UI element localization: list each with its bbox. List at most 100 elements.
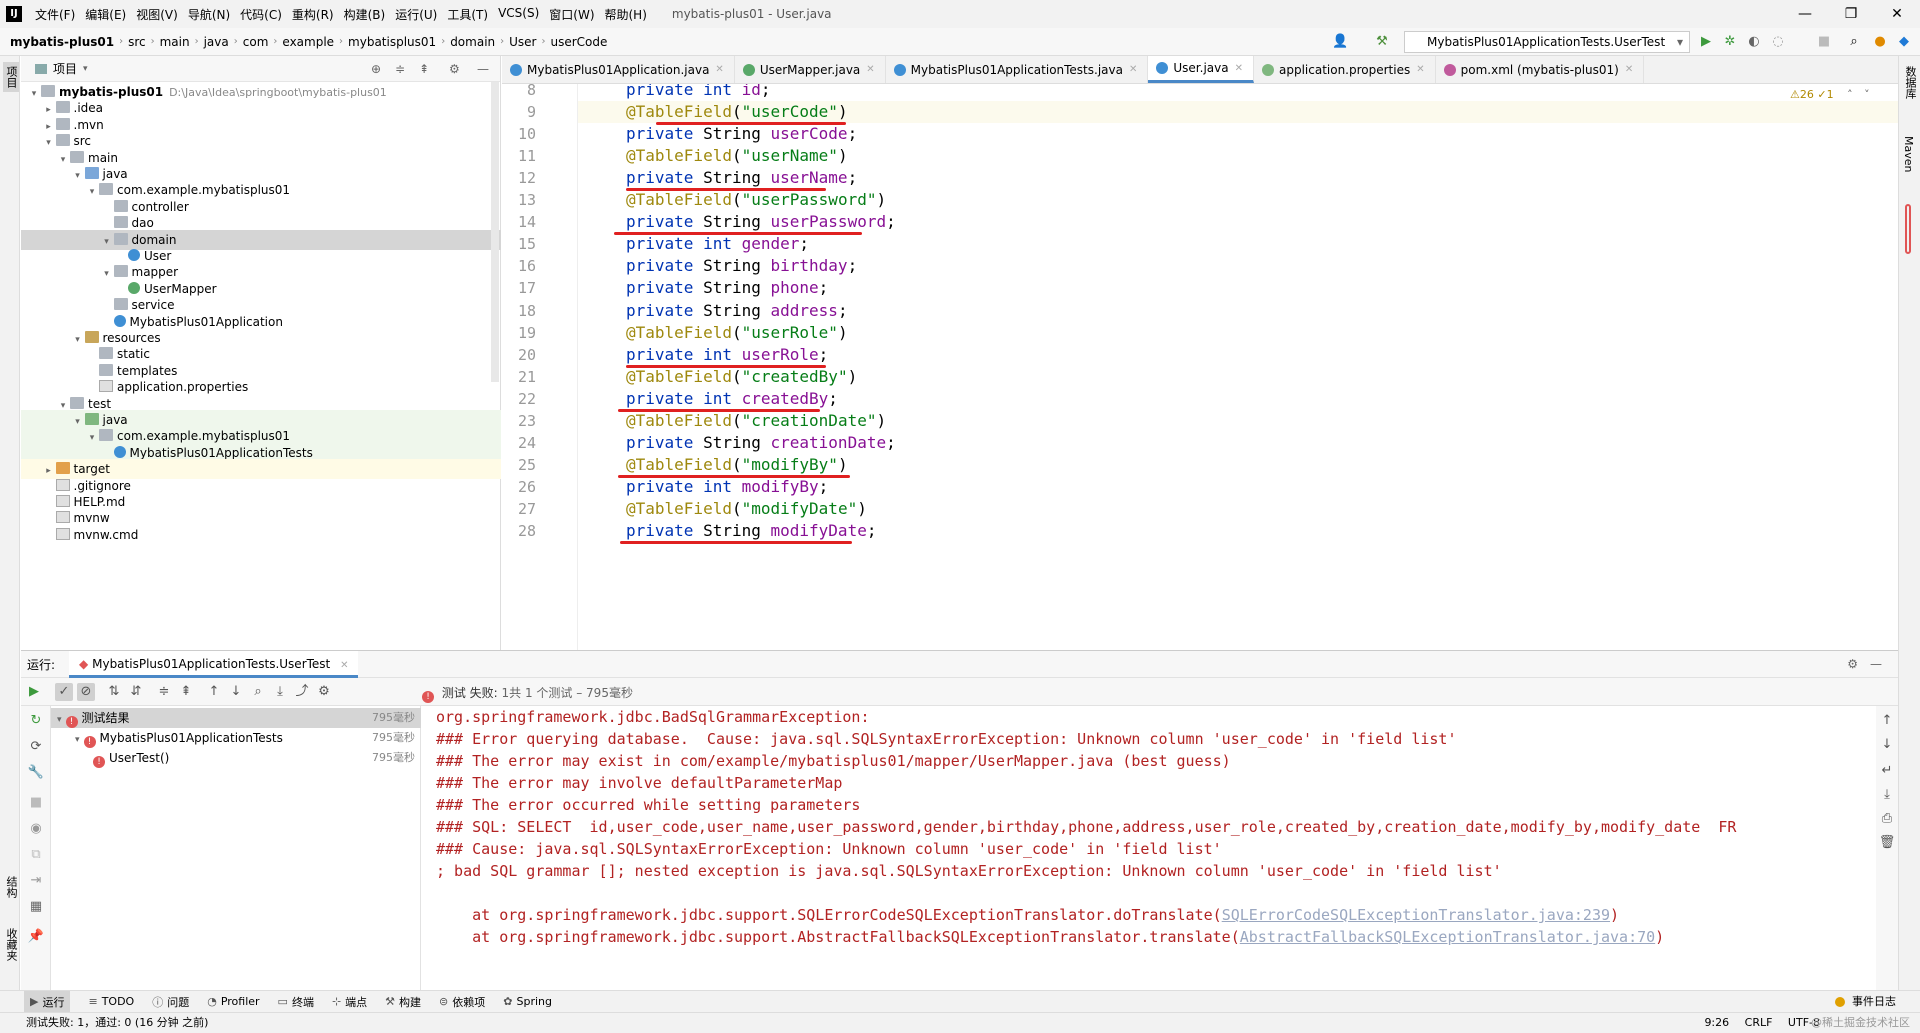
exit-icon[interactable]: ⇥ [27, 872, 45, 890]
maven-tool-button[interactable]: Maven [1902, 136, 1915, 172]
breadcrumb-item[interactable]: main [160, 35, 190, 49]
trash-icon[interactable]: 🗑 [1878, 834, 1896, 852]
breadcrumb-item[interactable]: domain [450, 35, 495, 49]
status-message[interactable]: 测试失败: 1，通过: 0 (16 分钟 之前) [26, 1016, 208, 1029]
expand-all-icon[interactable]: ≑ [155, 683, 173, 701]
editor-tab[interactable]: application.properties ✕ [1254, 56, 1436, 83]
code-line[interactable]: private String userName; [578, 167, 1898, 189]
menu-item[interactable]: VCS(S) [493, 6, 544, 23]
run-config-select[interactable]: MybatisPlus01ApplicationTests.UserTest ▾ [1404, 31, 1690, 53]
line-separator[interactable]: CRLF [1745, 1016, 1773, 1029]
stop-icon[interactable]: ■ [27, 794, 45, 812]
code-line[interactable]: @TableField("userPassword") [578, 189, 1898, 211]
grid-icon[interactable]: ▦ [27, 898, 45, 916]
gear-icon[interactable]: ⚙ [449, 62, 460, 76]
scroll-to-end-icon[interactable]: ⤓ [1878, 786, 1896, 804]
collapse-all-icon[interactable]: ⇞ [419, 62, 429, 76]
hide-icon[interactable]: — [1870, 657, 1882, 671]
user-icon[interactable]: 👤 [1332, 34, 1348, 50]
show-passed-icon[interactable]: ✓ [55, 683, 73, 701]
code-line[interactable]: @TableField("modifyDate") [578, 498, 1898, 520]
project-panel-title[interactable]: 项目 [53, 60, 77, 77]
gear-icon[interactable]: ⚙ [1847, 657, 1858, 671]
prev-failed-icon[interactable]: ↑ [205, 683, 223, 701]
test-node[interactable]: ! UserTest() 795毫秒 [51, 748, 421, 768]
breadcrumb-item[interactable]: java [204, 35, 229, 49]
hide-icon[interactable]: — [477, 62, 489, 76]
menu-item[interactable]: 代码(C) [235, 6, 287, 23]
error-stripe-marker[interactable] [1905, 204, 1911, 254]
expand-arrow-icon[interactable]: ▾ [75, 735, 80, 745]
caret-position[interactable]: 9:26 [1704, 1016, 1729, 1029]
expand-all-icon[interactable]: ≑ [395, 62, 405, 76]
code-line[interactable]: @TableField("userName") [578, 145, 1898, 167]
breadcrumb-item[interactable]: mybatis-plus01 [10, 35, 114, 49]
jetbrains-icon[interactable]: ◆ [1896, 34, 1912, 50]
tool-window-button[interactable]: ⚒ 构建 [385, 994, 421, 1010]
search-icon[interactable]: ⌕ [249, 683, 267, 701]
code-line[interactable]: @TableField("userRole") [578, 322, 1898, 344]
code-line[interactable]: @TableField("modifyBy") [578, 454, 1898, 476]
code-line[interactable]: private String address; [578, 300, 1898, 322]
tool-window-button[interactable]: ≡ TODO [88, 995, 134, 1008]
tree-item[interactable]: mvnw.cmd [21, 525, 501, 545]
menu-item[interactable]: 重构(R) [287, 6, 339, 23]
stack-trace-link[interactable]: AbstractFallbackSQLExceptionTranslator.j… [1240, 928, 1655, 946]
scroll-down-icon[interactable]: ↓ [1878, 736, 1896, 754]
event-log-button[interactable]: 事件日志 [1834, 993, 1896, 1009]
code-line[interactable]: private int userRole; [578, 344, 1898, 366]
breadcrumb-item[interactable]: userCode [551, 35, 608, 49]
breadcrumb-item[interactable]: example [282, 35, 334, 49]
run-tab[interactable]: ◆ MybatisPlus01ApplicationTests.UserTest… [69, 650, 359, 678]
code-line[interactable]: private int createdBy; [578, 388, 1898, 410]
menu-item[interactable]: 运行(U) [390, 6, 442, 23]
print-icon[interactable]: ⎙ [1878, 810, 1896, 828]
breadcrumb-item[interactable]: User [509, 35, 536, 49]
next-failed-icon[interactable]: ↓ [227, 683, 245, 701]
project-tool-button[interactable]: 项目 [3, 62, 19, 92]
database-tool-button[interactable]: 数据库 [1902, 66, 1918, 99]
tool-window-button[interactable]: ⊹ 端点 [332, 994, 367, 1010]
minimize-icon[interactable]: — [1782, 0, 1828, 28]
layout-icon[interactable]: ⧉ [27, 846, 45, 864]
sort-duration-icon[interactable]: ⇵ [127, 683, 145, 701]
menu-item[interactable]: 导航(N) [183, 6, 235, 23]
update-icon[interactable]: ● [1872, 34, 1888, 50]
close-icon[interactable]: ✕ [1129, 64, 1137, 75]
code-editor[interactable]: private int id; @TableField("userCode") p… [578, 84, 1898, 650]
breadcrumb-item[interactable]: src [128, 35, 146, 49]
menu-item[interactable]: 视图(V) [131, 6, 183, 23]
menu-item[interactable]: 构建(B) [339, 6, 391, 23]
collapse-all-icon[interactable]: ⇞ [177, 683, 195, 701]
menu-item[interactable]: 帮助(H) [600, 6, 652, 23]
maximize-icon[interactable]: ❐ [1828, 0, 1874, 28]
tool-window-button[interactable]: ⓘ 问题 [152, 994, 189, 1010]
export-icon[interactable]: ⤴ [293, 683, 311, 701]
menu-item[interactable]: 工具(T) [442, 6, 493, 23]
test-node[interactable]: ▾! MybatisPlus01ApplicationTests 795毫秒 [51, 728, 421, 748]
chevron-down-icon[interactable]: ▾ [83, 64, 88, 74]
inspection-widget[interactable]: ⚠26 ✓1 ˄ ˅ [1790, 88, 1870, 101]
code-line[interactable]: private int gender; [578, 233, 1898, 255]
code-line[interactable]: private String phone; [578, 277, 1898, 299]
close-icon[interactable]: ✕ [715, 64, 723, 75]
editor-tab[interactable]: UserMapper.java ✕ [735, 56, 886, 83]
code-line[interactable]: private int id; [578, 84, 1898, 101]
gear-icon[interactable]: ⚙ [315, 683, 333, 701]
rerun-icon[interactable]: ▶ [25, 683, 43, 701]
locate-icon[interactable]: ⊕ [371, 62, 381, 76]
tool-window-button[interactable]: ▶ 运行 [24, 991, 71, 1012]
close-icon[interactable]: ✕ [1416, 64, 1424, 75]
pin-icon[interactable]: 📌 [27, 928, 45, 946]
code-line[interactable]: @TableField("userCode") [578, 101, 1898, 124]
code-line[interactable]: private String userCode; [578, 123, 1898, 145]
close-icon[interactable]: ✕ [340, 660, 348, 671]
rerun-failed-icon[interactable]: ↻ [27, 712, 45, 730]
editor-tab[interactable]: MybatisPlus01Application.java ✕ [502, 56, 735, 83]
camera-icon[interactable]: ◉ [27, 820, 45, 838]
menu-item[interactable]: 编辑(E) [80, 6, 131, 23]
tool-window-button[interactable]: ◔ Profiler [207, 995, 259, 1008]
menu-item[interactable]: 文件(F) [30, 6, 80, 23]
import-icon[interactable]: ⤓ [271, 683, 289, 701]
run-icon[interactable]: ▶ [1698, 34, 1714, 50]
